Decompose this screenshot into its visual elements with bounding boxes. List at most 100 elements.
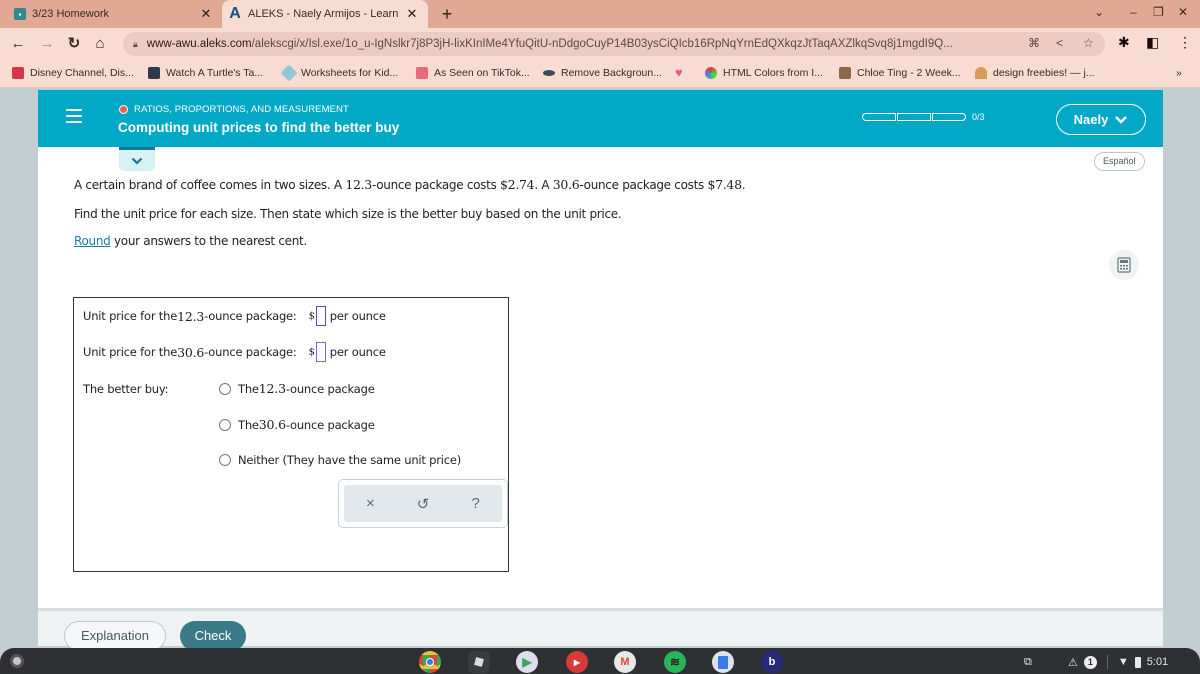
url-text[interactable]: www-awu.aleks.com/alekscgi/x/Isl.exe/1o_…	[147, 38, 1032, 50]
bookmark-remove-bg[interactable]: Remove Backgroun...	[543, 67, 662, 79]
language-button[interactable]: Español	[1094, 152, 1145, 171]
size-large: 30.6	[552, 177, 580, 192]
bookmark-label: HTML Colors from I...	[723, 67, 823, 79]
undo-icon[interactable]: ↺	[408, 495, 438, 513]
calculator-button[interactable]	[1109, 250, 1139, 280]
bookmark-heart[interactable]: ♥	[675, 65, 683, 80]
launcher-icon[interactable]	[10, 654, 24, 668]
calculator-icon	[1117, 257, 1131, 273]
bookmark-design-freebies[interactable]: design freebies! — j...	[975, 67, 1095, 79]
share-icon[interactable]: <	[1056, 36, 1063, 50]
unit-price-row-2: Unit price for the 30.6 -ounce package: $…	[83, 342, 386, 362]
translate-icon[interactable]: ⌘	[1028, 36, 1040, 50]
back-icon[interactable]: ←	[8, 34, 28, 54]
option-neither[interactable]: Neither (They have the same unit price)	[219, 453, 461, 467]
progress-segment	[932, 113, 966, 121]
chrome-icon[interactable]	[419, 651, 441, 673]
topic-status-dot	[119, 105, 128, 114]
play-store-icon[interactable]: ▶	[516, 651, 538, 673]
bookmark-chloe-ting[interactable]: Chloe Ting - 2 Week...	[839, 67, 961, 79]
wifi-icon: ▼	[1117, 656, 1129, 668]
browser-toolbar: ← → ↻ ⌂ 🔒︎ www-awu.aleks.com/alekscgi/x/…	[0, 28, 1200, 60]
heart-icon: ♥	[675, 65, 683, 80]
bookmarks-overflow-button[interactable]: »	[1176, 67, 1182, 79]
label-number: 30.6	[177, 344, 205, 360]
roblox-icon[interactable]	[468, 651, 490, 673]
minimize-icon[interactable]: –	[1130, 5, 1137, 19]
battery-icon	[1134, 656, 1141, 668]
notification-count: 1	[1083, 655, 1097, 669]
forward-icon[interactable]: →	[37, 34, 57, 54]
side-panel-icon[interactable]: ◧	[1146, 34, 1159, 51]
round-link[interactable]: Round	[74, 234, 111, 248]
radio-button[interactable]	[219, 418, 231, 431]
hamburger-menu-icon[interactable]	[66, 109, 82, 123]
spotify-icon[interactable]: ≋	[664, 651, 686, 673]
reload-icon[interactable]: ↻	[64, 34, 84, 54]
bookmark-worksheets[interactable]: Worksheets for Kid...	[280, 64, 398, 82]
close-tab-icon[interactable]: ✕	[404, 6, 420, 22]
unit-price-row-1: Unit price for the 12.3 -ounce package: $…	[83, 306, 386, 326]
tab-homework[interactable]: ▪ 3/23 Homework ✕	[0, 0, 222, 28]
option-label: The	[238, 381, 259, 396]
home-icon[interactable]: ⌂	[90, 34, 110, 54]
explanation-button[interactable]: Explanation	[64, 621, 166, 651]
disney-icon	[12, 67, 24, 79]
rainbow-icon	[975, 67, 987, 79]
tray-divider	[1106, 655, 1108, 669]
option-12-3-package[interactable]: The 12.3 -ounce package	[219, 381, 375, 396]
tab-aleks[interactable]: A ALEKS - Naely Armijos - Learn ✕	[222, 0, 428, 28]
os-shelf: ▶ ▶ M ≋ b ⧉ ⚠ 1 ▼ 5:01	[0, 648, 1200, 674]
youtube-icon[interactable]: ▶	[566, 651, 588, 673]
tab-strip: ▪ 3/23 Homework ✕ A ALEKS - Naely Armijo…	[0, 0, 1200, 28]
docs-icon[interactable]	[712, 651, 734, 673]
label: -ounce package:	[204, 345, 297, 359]
radio-button[interactable]	[219, 382, 231, 395]
option-number: 12.3	[258, 381, 286, 396]
close-window-icon[interactable]: ✕	[1178, 5, 1188, 19]
aleks-app: RATIOS, PROPORTIONS, AND MEASUREMENT Com…	[38, 90, 1163, 651]
text: .	[741, 178, 746, 192]
label: Unit price for the	[83, 309, 178, 323]
bookmark-html-colors[interactable]: HTML Colors from I...	[705, 67, 823, 79]
footer-bar: Explanation Check	[38, 608, 1163, 651]
close-tab-icon[interactable]: ✕	[198, 6, 214, 22]
tab-title: ALEKS - Naely Armijos - Learn	[248, 8, 399, 20]
bookmark-disney[interactable]: Disney Channel, Dis...	[12, 67, 134, 79]
bookmark-star-icon[interactable]: ☆	[1083, 36, 1094, 50]
user-menu-button[interactable]: Naely	[1056, 104, 1146, 135]
unit-price-30-6-input[interactable]	[315, 342, 326, 362]
status-tray[interactable]: ⚠ 1 ▼ 5:01	[1068, 651, 1168, 673]
progress-bar: 0/3	[862, 112, 985, 122]
menu-icon[interactable]: ⋮	[1178, 34, 1192, 51]
option-30-6-package[interactable]: The 30.6 -ounce package	[219, 417, 375, 432]
screen-capture-icon[interactable]: ⧉	[1024, 651, 1032, 673]
chloe-ting-icon	[839, 67, 851, 79]
topic-category: RATIOS, PROPORTIONS, AND MEASUREMENT	[134, 104, 349, 115]
clear-icon[interactable]: ×	[355, 495, 385, 512]
bookmark-label: Chloe Ting - 2 Week...	[857, 67, 961, 79]
user-name: Naely	[1073, 112, 1109, 127]
question-text-line1: A certain brand of coffee comes in two s…	[74, 177, 746, 192]
gmail-icon[interactable]: M	[614, 651, 636, 673]
extensions-icon[interactable]: ✱	[1118, 34, 1130, 51]
address-bar[interactable]: 🔒︎ www-awu.aleks.com/alekscgi/x/Isl.exe/…	[123, 32, 1105, 56]
topic-title: Computing unit prices to find the better…	[118, 120, 400, 135]
unit-price-12-3-input[interactable]	[315, 306, 326, 326]
text: A certain brand of coffee comes in two s…	[74, 178, 346, 192]
help-icon[interactable]: ?	[461, 495, 491, 512]
new-tab-button[interactable]: +	[436, 3, 458, 25]
bookmark-label: Watch A Turtle's Ta...	[166, 67, 264, 79]
bookmark-tiktok[interactable]: As Seen on TikTok...	[416, 67, 530, 79]
tab-title: 3/23 Homework	[32, 8, 110, 20]
radio-button[interactable]	[219, 454, 231, 466]
b-app-icon[interactable]: b	[761, 651, 783, 673]
check-button[interactable]: Check	[180, 621, 246, 651]
label-number: 12.3	[177, 308, 205, 324]
collapse-header-button[interactable]	[119, 147, 155, 171]
tab-search-icon[interactable]: ⌄	[1094, 5, 1104, 19]
bookmark-turtle[interactable]: Watch A Turtle's Ta...	[148, 67, 263, 79]
tag-icon	[280, 64, 298, 82]
question-text-line2: Find the unit price for each size. Then …	[74, 207, 622, 221]
restore-icon[interactable]: ❐	[1153, 5, 1164, 19]
